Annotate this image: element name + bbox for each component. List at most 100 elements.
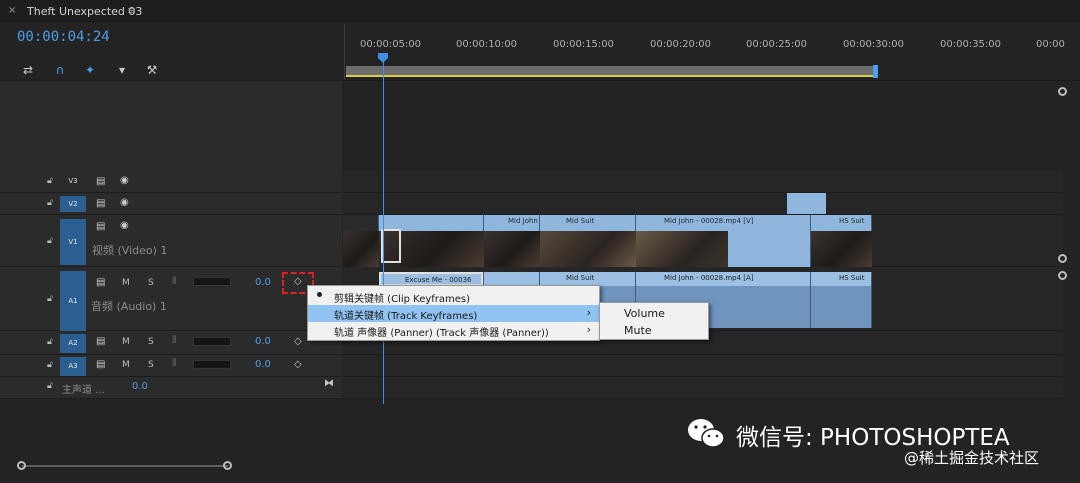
video-clip[interactable]: Mid John - 00028.mp4 [V] bbox=[636, 215, 811, 267]
track-target-a2[interactable]: A2 bbox=[60, 334, 86, 353]
work-area-end-handle[interactable] bbox=[873, 65, 878, 78]
keyframe-icon[interactable]: ◇ bbox=[294, 359, 302, 370]
menu-item-label: 轨道 声像器 (Panner) (Track 声像器 (Panner)) bbox=[334, 328, 549, 339]
clip-thumbnail bbox=[811, 231, 872, 267]
track-lane-v2[interactable] bbox=[343, 193, 1063, 215]
film-icon[interactable]: ▤ bbox=[96, 277, 105, 288]
track-lane-master[interactable] bbox=[343, 377, 1063, 399]
track-lane-a3[interactable] bbox=[343, 355, 1063, 377]
master-volume[interactable]: 0.0 bbox=[132, 381, 148, 392]
go-to-end-icon[interactable]: ⧓ bbox=[324, 378, 334, 389]
lock-icon[interactable]: 🔓︎ bbox=[47, 176, 53, 186]
clip-title: HS Suit bbox=[811, 272, 871, 286]
master-track-name: 主声道 ... bbox=[62, 385, 105, 396]
clip-title: HS Suit bbox=[839, 217, 865, 225]
clip-title bbox=[484, 272, 539, 286]
film-icon[interactable]: ▤ bbox=[96, 176, 105, 187]
track-target-v1[interactable]: V1 bbox=[60, 219, 86, 265]
playhead-timecode[interactable]: 00:00:04:24 bbox=[17, 29, 110, 45]
track-volume-a1[interactable]: 0.0 bbox=[255, 277, 271, 288]
video-clip[interactable] bbox=[787, 193, 826, 214]
marker-icon[interactable]: ▾ bbox=[114, 63, 130, 77]
ruler-label: 00:00:15:00 bbox=[553, 39, 615, 50]
clip-title: Mid Suit bbox=[566, 217, 595, 225]
work-area-bar[interactable] bbox=[346, 66, 876, 77]
track-volume-a3[interactable]: 0.0 bbox=[255, 359, 271, 370]
menu-item-track-keyframes[interactable]: 轨道关键帧 (Track Keyframes) › bbox=[308, 305, 599, 322]
lock-icon[interactable]: 🔓︎ bbox=[47, 337, 53, 347]
video-clip[interactable] bbox=[343, 215, 379, 267]
eye-icon[interactable]: ◉ bbox=[120, 197, 129, 208]
lock-icon[interactable]: 🔓︎ bbox=[47, 294, 53, 304]
vertical-scroll-handle[interactable] bbox=[1058, 254, 1067, 263]
clip-selection-frame bbox=[381, 229, 401, 263]
horizontal-scroll-handle-left[interactable] bbox=[17, 461, 26, 470]
clip-title bbox=[379, 215, 483, 230]
keyframe-context-menu: 剪辑关键帧 (Clip Keyframes) 轨道关键帧 (Track Keyf… bbox=[307, 285, 600, 341]
close-tab-button[interactable]: × bbox=[8, 5, 16, 16]
video-clip[interactable]: Mid John bbox=[484, 215, 540, 267]
lock-icon[interactable]: 🔓︎ bbox=[47, 381, 53, 391]
solo-button[interactable]: S bbox=[148, 278, 154, 288]
film-icon[interactable]: ▤ bbox=[96, 359, 105, 370]
ruler-label: 00:00 bbox=[1036, 39, 1065, 50]
video-clip[interactable]: Mid Suit bbox=[540, 215, 636, 267]
volume-meter[interactable] bbox=[193, 360, 231, 369]
track-target-v3[interactable]: V3 bbox=[60, 177, 86, 185]
magnet-icon[interactable]: ∩ bbox=[52, 63, 68, 77]
vertical-scroll-handle[interactable] bbox=[1058, 271, 1067, 280]
tab-menu-icon[interactable]: ≡ bbox=[127, 4, 136, 17]
mute-button[interactable]: M bbox=[122, 337, 130, 347]
solo-button[interactable]: S bbox=[148, 337, 154, 347]
track-target-a1[interactable]: A1 bbox=[60, 271, 86, 331]
mute-button[interactable]: M bbox=[122, 278, 130, 288]
video-clip[interactable] bbox=[379, 215, 484, 267]
keyframe-icon[interactable]: ◇ bbox=[294, 336, 302, 347]
track-lane-v3[interactable] bbox=[343, 171, 1063, 193]
linked-selection-icon[interactable]: ✦ bbox=[82, 63, 98, 77]
film-icon[interactable]: ▤ bbox=[96, 198, 105, 209]
clip-thumbnail bbox=[343, 231, 379, 267]
track-volume-a2[interactable]: 0.0 bbox=[255, 336, 271, 347]
microphone-icon[interactable]: ⦀ bbox=[172, 358, 176, 369]
clip-thumbnail bbox=[484, 231, 540, 267]
microphone-icon[interactable]: ⦀ bbox=[172, 276, 176, 287]
sequence-tab-title[interactable]: Theft Unexpected 03 bbox=[27, 5, 142, 18]
submenu-item-mute[interactable]: Mute bbox=[600, 322, 708, 339]
video-clip[interactable]: HS Suit bbox=[811, 215, 872, 267]
film-icon[interactable]: ▤ bbox=[96, 336, 105, 347]
selected-dot-icon bbox=[317, 292, 322, 297]
eye-icon[interactable]: ◉ bbox=[120, 175, 129, 186]
track-target-a3[interactable]: A3 bbox=[60, 357, 86, 376]
clip-title: Mid John bbox=[508, 217, 538, 225]
playhead-line bbox=[383, 62, 384, 404]
lock-icon[interactable]: 🔓︎ bbox=[47, 198, 53, 208]
solo-button[interactable]: S bbox=[148, 360, 154, 370]
audio-clip[interactable]: HS Suit bbox=[811, 272, 872, 328]
film-icon[interactable]: ▤ bbox=[96, 221, 105, 232]
watermark-subtext: @稀土掘金技术社区 bbox=[904, 449, 1040, 467]
wechat-logo-icon bbox=[688, 419, 725, 448]
lock-icon[interactable]: 🔓︎ bbox=[47, 360, 53, 370]
wrench-icon[interactable]: ⚒ bbox=[144, 63, 160, 77]
submenu-arrow-icon: › bbox=[586, 323, 591, 336]
menu-item-label: 剪辑关键帧 (Clip Keyframes) bbox=[334, 294, 471, 305]
volume-meter[interactable] bbox=[193, 337, 231, 346]
submenu-item-volume[interactable]: Volume bbox=[600, 305, 708, 322]
ruler-label: 00:00:25:00 bbox=[746, 39, 808, 50]
microphone-icon[interactable]: ⦀ bbox=[172, 335, 176, 346]
menu-item-track-panner[interactable]: 轨道 声像器 (Panner) (Track 声像器 (Panner)) › bbox=[308, 322, 599, 339]
clip-title: Mid John - 00028.mp4 [V] bbox=[664, 217, 754, 225]
lock-icon[interactable]: 🔓︎ bbox=[47, 236, 53, 246]
mute-button[interactable]: M bbox=[122, 360, 130, 370]
clip-thumbnail bbox=[540, 231, 636, 267]
horizontal-scroll-handle-right[interactable] bbox=[223, 461, 232, 470]
horizontal-scrollbar[interactable] bbox=[22, 465, 228, 467]
volume-meter[interactable] bbox=[193, 277, 231, 286]
menu-item-clip-keyframes[interactable]: 剪辑关键帧 (Clip Keyframes) bbox=[308, 288, 599, 305]
track-target-v2[interactable]: V2 bbox=[60, 196, 86, 212]
vertical-scroll-handle[interactable] bbox=[1058, 87, 1067, 96]
snap-icon[interactable]: ⇄ bbox=[20, 63, 36, 77]
eye-icon[interactable]: ◉ bbox=[120, 220, 129, 231]
sequence-tab-bar bbox=[0, 0, 1080, 22]
